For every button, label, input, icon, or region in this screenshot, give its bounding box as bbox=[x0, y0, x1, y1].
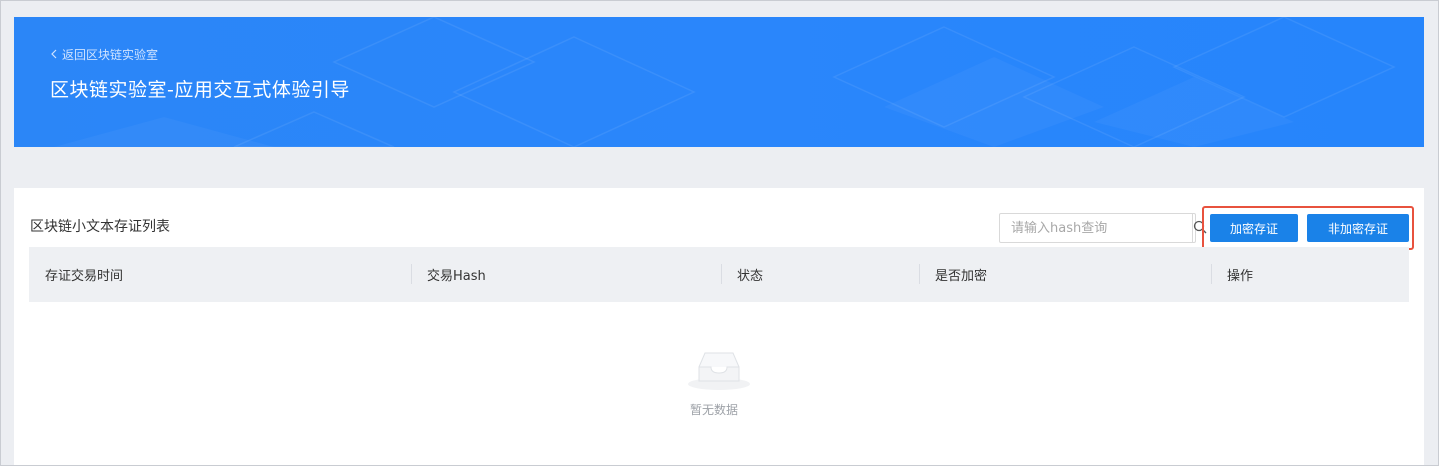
column-divider bbox=[1211, 264, 1212, 284]
column-header-status: 状态 bbox=[721, 247, 763, 302]
column-header-label: 是否加密 bbox=[935, 269, 988, 284]
encrypted-record-button[interactable]: 加密存证 bbox=[1210, 214, 1298, 242]
column-header-label: 交易Hash bbox=[427, 269, 486, 284]
column-divider bbox=[411, 264, 412, 284]
hash-search bbox=[999, 213, 1207, 243]
records-panel: 区块链小文本存证列表 加密存证 非加密存证 存证交易时间 交易Hash 状态 bbox=[14, 188, 1424, 466]
plain-record-button[interactable]: 非加密存证 bbox=[1307, 214, 1409, 242]
header-banner: 返回区块链实验室 区块链实验室-应用交互式体验引导 bbox=[14, 17, 1424, 147]
table-header: 存证交易时间 交易Hash 状态 是否加密 操作 bbox=[29, 247, 1409, 302]
back-link-label: 返回区块链实验室 bbox=[62, 48, 159, 62]
column-header-label: 状态 bbox=[737, 269, 764, 284]
column-header-time: 存证交易时间 bbox=[45, 247, 123, 302]
column-header-actions: 操作 bbox=[1211, 247, 1253, 302]
chevron-left-icon bbox=[50, 49, 58, 61]
column-header-label: 操作 bbox=[1227, 269, 1254, 284]
page-title: 区块链实验室-应用交互式体验引导 bbox=[50, 79, 350, 101]
empty-state-text: 暂无数据 bbox=[690, 403, 739, 417]
column-divider bbox=[919, 264, 920, 284]
column-header-label: 存证交易时间 bbox=[45, 269, 124, 284]
back-to-lab-link[interactable]: 返回区块链实验室 bbox=[50, 46, 158, 63]
column-header-hash: 交易Hash bbox=[411, 247, 486, 302]
column-header-encrypted: 是否加密 bbox=[919, 247, 987, 302]
column-divider bbox=[721, 264, 722, 284]
panel-title: 区块链小文本存证列表 bbox=[30, 219, 170, 235]
empty-inbox-icon bbox=[687, 349, 751, 395]
hash-search-input[interactable] bbox=[1000, 214, 1192, 242]
